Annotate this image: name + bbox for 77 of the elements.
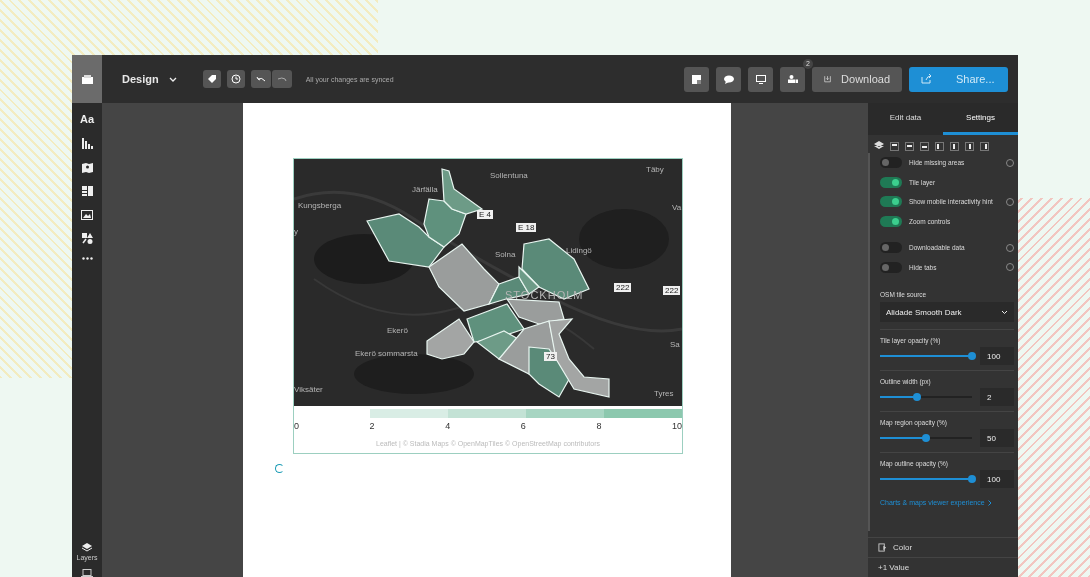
align-icon[interactable] [889,141,899,151]
road-shield: E 4 [477,210,493,219]
road-shield: 222 [614,283,632,292]
tile-source-select[interactable]: Alidade Smooth Dark [880,302,1014,322]
legend-tick: 10 [671,421,682,431]
shapes-icon[interactable] [81,233,93,244]
slider-thumb[interactable] [922,434,930,442]
layers-icon[interactable] [82,543,92,552]
legend-tick: 6 [520,421,526,431]
legend-tick: 8 [596,421,602,431]
history-icon[interactable] [226,70,245,88]
road-shield: E 18 [516,223,537,232]
align-icon[interactable] [919,141,929,151]
chevron-down-icon [168,76,177,82]
layers-icon[interactable] [874,141,884,151]
road-shield: 73 [544,352,557,361]
image-icon[interactable] [81,210,93,220]
place-label: Lidingö [566,246,592,255]
text-tool[interactable]: Aa [79,113,95,125]
users-icon [787,75,798,83]
bar-chart-icon[interactable] [81,138,93,149]
number-field[interactable]: 2 [980,388,1014,406]
toggle-switch[interactable] [880,176,902,188]
align-icon[interactable] [949,141,959,151]
panel-tab[interactable]: Edit data [868,103,943,135]
map-pin-icon[interactable] [81,162,93,173]
place-label: STOCKHOLM [505,289,584,301]
inbox-icon [81,74,93,84]
legend-tick: 4 [445,421,451,431]
chevron-down-icon [1001,309,1008,315]
toggle-switch[interactable] [880,242,902,254]
place-label: Kungsberga [298,201,342,210]
layout-icon[interactable] [81,186,93,197]
place-label: Sa [670,340,680,349]
laptop-icon[interactable] [81,569,93,577]
save-icon[interactable] [684,66,709,92]
toggle-switch[interactable] [880,215,902,227]
legend-tick: 2 [369,421,375,431]
number-field[interactable]: 100 [980,470,1014,488]
toggle-switch[interactable] [880,261,902,273]
toggle-switch[interactable] [880,196,902,208]
place-label: Solna [495,250,516,259]
place-label: Täby [646,165,664,174]
comment-icon[interactable] [716,66,741,92]
align-icon[interactable] [979,141,989,151]
place-label: Va [672,203,682,212]
download-icon [824,74,832,84]
undo-icon[interactable] [250,70,271,88]
app-logo[interactable] [72,55,102,103]
place-label: Sollentuna [490,171,528,180]
place-label: y [294,227,298,236]
slider-thumb[interactable] [968,352,976,360]
more-icon[interactable] [81,257,93,260]
monitor-icon[interactable] [748,66,773,92]
place-label: Ekerö sommarsta [355,349,418,358]
panel-tab[interactable]: Settings [943,103,1018,135]
download-button[interactable]: Download [812,66,902,92]
chevron-right-icon [987,499,992,506]
users-button[interactable] [780,66,805,92]
redo-icon[interactable] [271,70,292,88]
slider-thumb[interactable] [968,475,976,483]
slider-thumb[interactable] [912,393,921,401]
place-label: Tyres [654,389,674,398]
mode-dropdown[interactable]: Design [122,73,177,85]
align-icon[interactable] [904,141,914,151]
place-label: Viksäter [294,385,323,394]
road-shield: 222 [663,286,681,295]
number-field[interactable]: 100 [980,347,1014,365]
share-icon [921,74,932,84]
align-icon[interactable] [964,141,974,151]
place-label: Järfälla [412,185,438,194]
tag-icon[interactable] [202,70,221,88]
place-label: Ekerö [387,326,408,335]
align-icon[interactable] [934,141,944,151]
toggle-switch[interactable] [880,157,902,169]
number-field[interactable]: 50 [980,429,1014,447]
legend-tick: 0 [294,421,299,431]
